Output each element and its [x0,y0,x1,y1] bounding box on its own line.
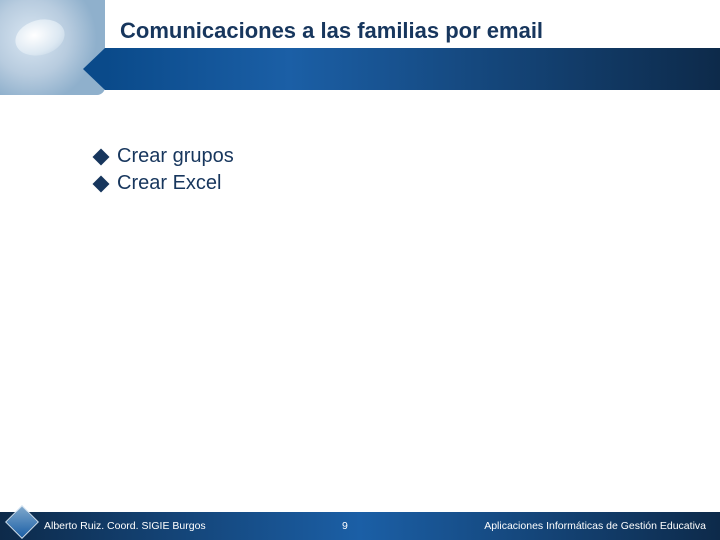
diamond-icon [5,505,39,539]
footer-author: Alberto Ruiz. Coord. SIGIE Burgos [40,520,206,532]
footer-logo [0,512,40,540]
list-item: Crear Excel [95,172,680,195]
diamond-bullet-icon [93,148,110,165]
slide-body: Crear grupos Crear Excel [95,145,680,199]
list-item: Crear grupos [95,145,680,168]
footer-page-number: 9 [206,520,485,532]
bullet-text: Crear grupos [117,145,234,168]
title-bar [105,48,720,90]
slide: Comunicaciones a las familias por email … [0,0,720,540]
bullet-text: Crear Excel [117,172,221,195]
diamond-bullet-icon [93,175,110,192]
slide-title: Comunicaciones a las familias por email [120,18,700,44]
footer-bar: Alberto Ruiz. Coord. SIGIE Burgos 9 Apli… [0,512,720,540]
footer-course: Aplicaciones Informáticas de Gestión Edu… [484,520,720,532]
